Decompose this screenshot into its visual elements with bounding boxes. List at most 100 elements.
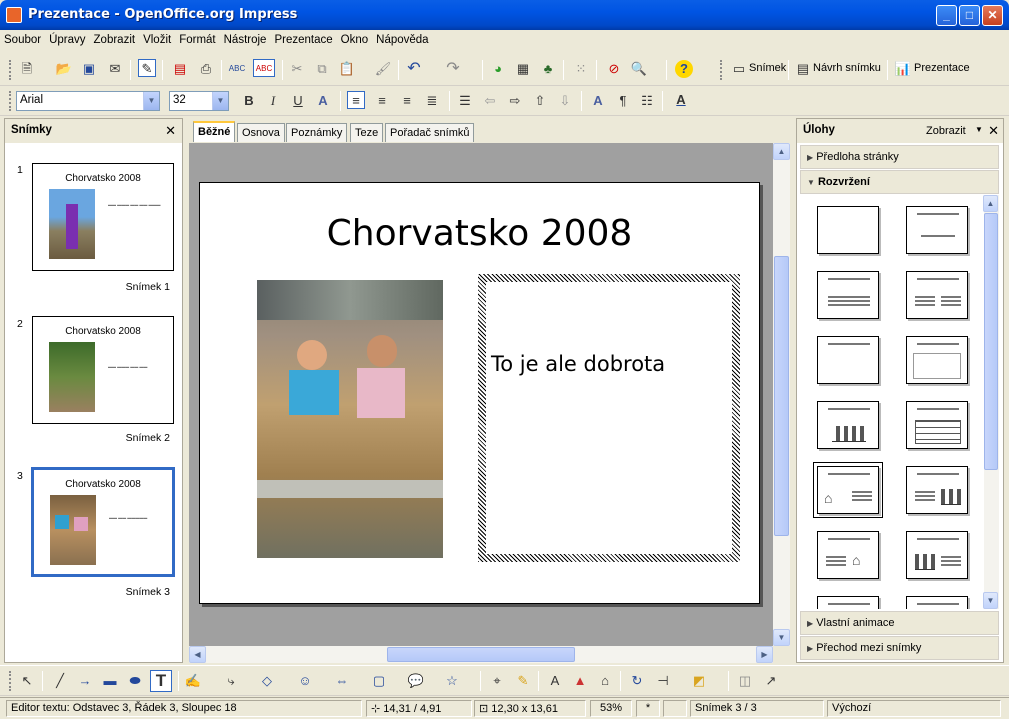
menu-okno[interactable]: Okno xyxy=(337,30,373,46)
arrange-icon[interactable]: ◩ xyxy=(690,672,708,690)
email-icon[interactable]: ✉ xyxy=(106,60,124,78)
chevron-down-icon[interactable]: ▼ xyxy=(212,92,228,110)
status-zoom[interactable]: 53% xyxy=(590,700,632,717)
layout-title-text-clipart[interactable]: ⌂ xyxy=(817,531,879,579)
extrusion-icon[interactable]: ◫ xyxy=(736,672,754,690)
print-icon[interactable]: ⎙ xyxy=(197,60,215,78)
section-master-pages[interactable]: ▶ Předloha stránky xyxy=(800,145,999,169)
move-up-icon[interactable]: ⇧ xyxy=(531,92,549,110)
zoom-icon[interactable]: 🔍 xyxy=(630,60,648,78)
tab-handout[interactable]: Teze xyxy=(350,123,384,142)
promote-right-icon[interactable]: ⇨ xyxy=(506,92,524,110)
layout-partial[interactable] xyxy=(906,596,968,609)
layout-title-table[interactable] xyxy=(906,401,968,449)
scroll-up-icon[interactable]: ▲ xyxy=(773,143,790,160)
slide-body-text[interactable]: To je ale dobrota xyxy=(491,352,665,376)
layout-title-text-chart[interactable] xyxy=(906,466,968,514)
close-icon[interactable]: ✕ xyxy=(165,123,176,139)
underline-icon[interactable]: U xyxy=(289,92,307,110)
slide-thumbnail-1[interactable]: Chorvatsko 2008 ▬▬ ▬▬▬ ▬▬ ▬▬ ▬▬▬ xyxy=(32,163,174,271)
paste-icon[interactable]: 📋 xyxy=(338,60,356,78)
horizontal-scrollbar[interactable]: ◀ ▶ xyxy=(189,646,773,663)
redo-icon[interactable]: ↷ xyxy=(444,60,462,78)
menu-napoveda[interactable]: Nápověda xyxy=(372,30,432,46)
slide-design-icon[interactable]: ▤ xyxy=(794,60,812,78)
menu-prezentace[interactable]: Prezentace xyxy=(270,30,336,46)
new-slide-icon[interactable]: ▭ xyxy=(730,60,748,78)
symbol-shapes-icon[interactable]: ☺ xyxy=(296,672,314,690)
scroll-down-icon[interactable]: ▼ xyxy=(773,629,790,646)
tab-outline[interactable]: Osnova xyxy=(237,123,285,142)
grid-icon[interactable]: ⁙ xyxy=(572,60,590,78)
menu-nastroje[interactable]: Nástroje xyxy=(220,30,271,46)
slide-design-label[interactable]: Návrh snímku xyxy=(813,62,881,74)
bold-icon[interactable]: B xyxy=(240,92,258,110)
layout-title-clipart-text[interactable]: ⌂ xyxy=(813,462,883,518)
new-icon[interactable]: 🗎 xyxy=(18,60,36,78)
text-tool-icon[interactable]: T xyxy=(150,670,172,692)
layout-title-chart-text[interactable] xyxy=(906,531,968,579)
fontwork-icon[interactable]: A xyxy=(546,672,564,690)
layout-title-box[interactable] xyxy=(906,336,968,384)
help-icon[interactable]: ? xyxy=(675,60,693,78)
block-arrows-icon[interactable]: ⇔ xyxy=(333,672,351,690)
line-arrow-icon[interactable]: → xyxy=(76,672,94,690)
table-icon[interactable]: ▦ xyxy=(514,60,532,78)
slide-photo[interactable] xyxy=(257,280,443,558)
text-frame[interactable]: To je ale dobrota xyxy=(486,282,732,554)
autospellcheck-icon[interactable]: ABC xyxy=(253,59,275,77)
slide-thumbnail-2[interactable]: Chorvatsko 2008 ▬▬ ▬▬▬ ▬▬ ▬▬ xyxy=(32,316,174,424)
layout-title-text[interactable] xyxy=(817,336,879,384)
bullets-icon[interactable]: ☰ xyxy=(456,92,474,110)
layout-blank[interactable] xyxy=(817,206,879,254)
menu-vlozit[interactable]: Vložit xyxy=(139,30,175,46)
scroll-thumb[interactable] xyxy=(774,256,789,536)
layout-title-content[interactable] xyxy=(817,271,879,319)
tab-normal[interactable]: Běžné xyxy=(193,121,236,142)
tasks-view-menu[interactable]: Zobrazit xyxy=(926,125,966,137)
scroll-thumb[interactable] xyxy=(984,213,998,470)
text-frame-border[interactable]: To je ale dobrota xyxy=(478,274,740,562)
select-arrow-icon[interactable]: ↖ xyxy=(18,672,36,690)
align-left-icon[interactable]: ≡ xyxy=(347,91,365,109)
font-color-icon[interactable]: A xyxy=(672,91,690,109)
current-slide[interactable]: Chorvatsko 2008 To je ale dobrota xyxy=(199,182,760,604)
glue-points-icon[interactable]: ✎ xyxy=(514,672,532,690)
undo-icon[interactable]: ↶ xyxy=(405,60,423,78)
align-right-icon[interactable]: ≡ xyxy=(398,92,416,110)
navigator-icon[interactable]: ⊘ xyxy=(605,60,623,78)
section-custom-animation[interactable]: ▶ Vlastní animace xyxy=(800,611,999,635)
edit-file-icon[interactable]: ✎ xyxy=(138,59,156,77)
move-down-icon[interactable]: ⇩ xyxy=(556,92,574,110)
menu-soubor[interactable]: Soubor xyxy=(0,30,45,46)
rectangle-icon[interactable]: ▬ xyxy=(101,672,119,690)
flowchart-icon[interactable]: ▢ xyxy=(370,672,388,690)
connector-icon[interactable]: ⤷ xyxy=(222,672,240,690)
basic-shapes-icon[interactable]: ◇ xyxy=(258,672,276,690)
vertical-scrollbar[interactable]: ▲ ▼ xyxy=(773,143,790,646)
demote-left-icon[interactable]: ⇦ xyxy=(481,92,499,110)
points-icon[interactable]: ⌖ xyxy=(488,672,506,690)
scroll-up-icon[interactable]: ▲ xyxy=(983,195,998,212)
maximize-button[interactable]: □ xyxy=(959,5,980,26)
cut-icon[interactable]: ✂ xyxy=(288,60,306,78)
layout-partial[interactable] xyxy=(817,596,879,609)
character-icon[interactable]: A xyxy=(589,92,607,110)
ellipse-icon[interactable]: ⬬ xyxy=(126,672,144,690)
show-draw-functions-icon[interactable]: ♣ xyxy=(539,60,557,78)
justify-icon[interactable]: ≣ xyxy=(423,92,441,110)
format-paintbrush-icon[interactable]: 🖌 xyxy=(374,60,392,78)
menu-format[interactable]: Formát xyxy=(175,30,219,46)
close-icon[interactable]: ✕ xyxy=(988,123,999,139)
rotate-icon[interactable]: ↻ xyxy=(628,672,646,690)
bullets-numbering-icon[interactable]: ☷ xyxy=(638,92,656,110)
new-slide-label[interactable]: Snímek xyxy=(749,62,786,74)
line-icon[interactable]: ╱ xyxy=(51,672,69,690)
save-icon[interactable]: ▣ xyxy=(80,60,98,78)
layouts-scrollbar[interactable]: ▲ ▼ xyxy=(983,195,999,609)
layout-title-only[interactable] xyxy=(906,206,968,254)
open-icon[interactable]: 📂 xyxy=(55,60,73,78)
tab-notes[interactable]: Poznámky xyxy=(286,123,348,142)
presentation-label[interactable]: Prezentace xyxy=(914,62,970,74)
gallery-icon[interactable]: ⌂ xyxy=(596,672,614,690)
